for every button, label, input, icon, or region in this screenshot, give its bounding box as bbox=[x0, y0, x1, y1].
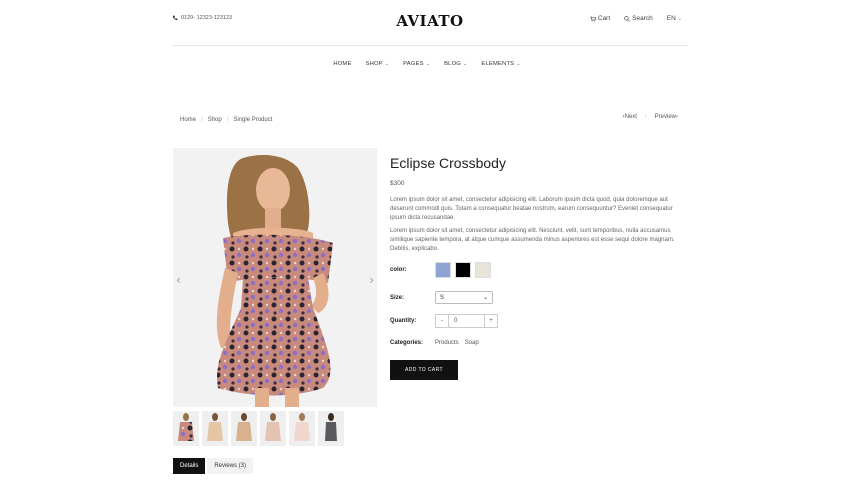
thumbnail-image bbox=[236, 413, 252, 441]
cart-link[interactable]: Cart bbox=[590, 15, 610, 22]
color-swatch-blue[interactable] bbox=[435, 262, 451, 278]
next-image-arrow[interactable]: › bbox=[369, 273, 374, 287]
chevron-down-icon: ⌄ bbox=[482, 295, 488, 301]
breadcrumb-separator: / bbox=[201, 117, 203, 123]
categories-label: Categories: bbox=[390, 340, 424, 346]
thumbnail-1[interactable] bbox=[173, 411, 199, 446]
color-row: color: bbox=[390, 262, 491, 278]
pager-next-label: Preview bbox=[654, 114, 676, 120]
nav-item-shop[interactable]: SHOP ⌄ bbox=[366, 61, 390, 67]
main-nav: HOME SHOP ⌄ PAGES ⌄ BLOG ⌄ ELEMENTS ⌄ bbox=[0, 61, 854, 67]
thumbnail-image bbox=[325, 413, 337, 441]
quantity-label: Quantity: bbox=[390, 318, 417, 324]
prev-product-link[interactable]: ‹Next bbox=[623, 114, 637, 120]
nav-label: SHOP bbox=[365, 61, 383, 67]
thumbnail-5[interactable] bbox=[289, 411, 315, 446]
language-selector[interactable]: EN ⌄ bbox=[667, 15, 682, 22]
product-tabs: Details Reviews (3) bbox=[173, 458, 254, 474]
quantity-input[interactable]: 0 bbox=[448, 315, 485, 327]
breadcrumb-current: Single Product bbox=[233, 117, 273, 123]
category-link-soap[interactable]: Soap bbox=[465, 340, 479, 346]
size-label: Size: bbox=[390, 294, 405, 301]
nav-label: BLOG bbox=[444, 61, 462, 67]
next-product-link[interactable]: Preview› bbox=[655, 114, 678, 120]
breadcrumb: Home / Shop / Single Product bbox=[180, 117, 272, 123]
category-link-products[interactable]: Products bbox=[435, 340, 459, 346]
pager-separator: / bbox=[644, 114, 647, 120]
product-pager: ‹Next / Preview› bbox=[623, 114, 678, 120]
product-thumbnails bbox=[173, 411, 344, 446]
quantity-row: Quantity: - 0 + bbox=[390, 314, 498, 328]
nav-label: ELEMENTS bbox=[481, 61, 515, 67]
cart-label: Cart bbox=[597, 15, 611, 22]
pager-prev-label: Next bbox=[624, 114, 637, 120]
tab-reviews[interactable]: Reviews (3) bbox=[207, 458, 254, 474]
product-title: Eclipse Crossbody bbox=[390, 155, 506, 171]
chevron-down-icon: ⌄ bbox=[677, 15, 682, 22]
categories-row: Categories: Products Soap bbox=[390, 340, 479, 346]
categories-list: Products Soap bbox=[435, 340, 479, 346]
quantity-increase-button[interactable]: + bbox=[485, 315, 497, 327]
cart-icon bbox=[590, 16, 596, 21]
breadcrumb-separator: / bbox=[226, 117, 229, 123]
thumbnail-6[interactable] bbox=[318, 411, 344, 446]
nav-label: HOME bbox=[333, 61, 352, 67]
product-price: $300 bbox=[390, 180, 405, 187]
quantity-stepper: - 0 + bbox=[435, 314, 498, 328]
thumbnail-image bbox=[294, 413, 310, 441]
product-description-1: Lorem ipsum dolor sit amet, consectetur … bbox=[390, 197, 673, 221]
product-main-image: ‹ › bbox=[173, 148, 377, 407]
thumbnail-image bbox=[178, 413, 194, 441]
product-info: Eclipse Crossbody $300 Lorem ipsum dolor… bbox=[390, 155, 680, 254]
thumbnail-4[interactable] bbox=[260, 411, 286, 446]
chevron-right-icon: › bbox=[676, 114, 678, 120]
search-icon bbox=[624, 15, 630, 22]
product-photo bbox=[216, 155, 333, 407]
nav-label: PAGES bbox=[403, 61, 424, 67]
add-to-cart-button[interactable]: ADD TO CART bbox=[390, 360, 458, 380]
quantity-decrease-button[interactable]: - bbox=[436, 315, 448, 327]
thumbnail-3[interactable] bbox=[231, 411, 257, 446]
color-label: color: bbox=[390, 267, 407, 273]
size-select[interactable]: S ⌄ bbox=[435, 291, 493, 304]
product-description-2: Lorem ipsum dolor sit amet, consectetur … bbox=[390, 228, 675, 252]
thumbnail-2[interactable] bbox=[202, 411, 228, 446]
nav-item-pages[interactable]: PAGES ⌄ bbox=[403, 61, 430, 67]
color-swatch-black[interactable] bbox=[455, 262, 471, 278]
color-swatches bbox=[435, 262, 491, 278]
top-bar: 0129- 12323-123123 AVIATO Cart Search EN… bbox=[172, 0, 688, 46]
language-label: EN bbox=[666, 15, 676, 22]
chevron-down-icon: ⌄ bbox=[516, 61, 521, 67]
header-actions: Cart Search EN ⌄ bbox=[590, 15, 682, 22]
nav-item-elements[interactable]: ELEMENTS ⌄ bbox=[481, 61, 520, 67]
search-link[interactable]: Search bbox=[624, 15, 653, 22]
size-row: Size: S ⌄ bbox=[390, 291, 493, 304]
tab-details[interactable]: Details bbox=[173, 458, 206, 474]
chevron-down-icon: ⌄ bbox=[384, 61, 390, 67]
nav-item-home[interactable]: HOME bbox=[333, 61, 351, 67]
thumbnail-image bbox=[207, 413, 223, 441]
chevron-down-icon: ⌄ bbox=[463, 61, 468, 67]
thumbnail-image bbox=[265, 413, 281, 441]
color-swatch-cream[interactable] bbox=[475, 262, 491, 278]
chevron-down-icon: ⌄ bbox=[425, 61, 431, 67]
breadcrumb-shop[interactable]: Shop bbox=[208, 117, 222, 123]
breadcrumb-home[interactable]: Home bbox=[180, 117, 196, 123]
nav-item-blog[interactable]: BLOG ⌄ bbox=[444, 61, 467, 67]
search-label: Search bbox=[632, 15, 653, 22]
size-value: S bbox=[440, 294, 445, 301]
prev-image-arrow[interactable]: ‹ bbox=[176, 273, 181, 287]
